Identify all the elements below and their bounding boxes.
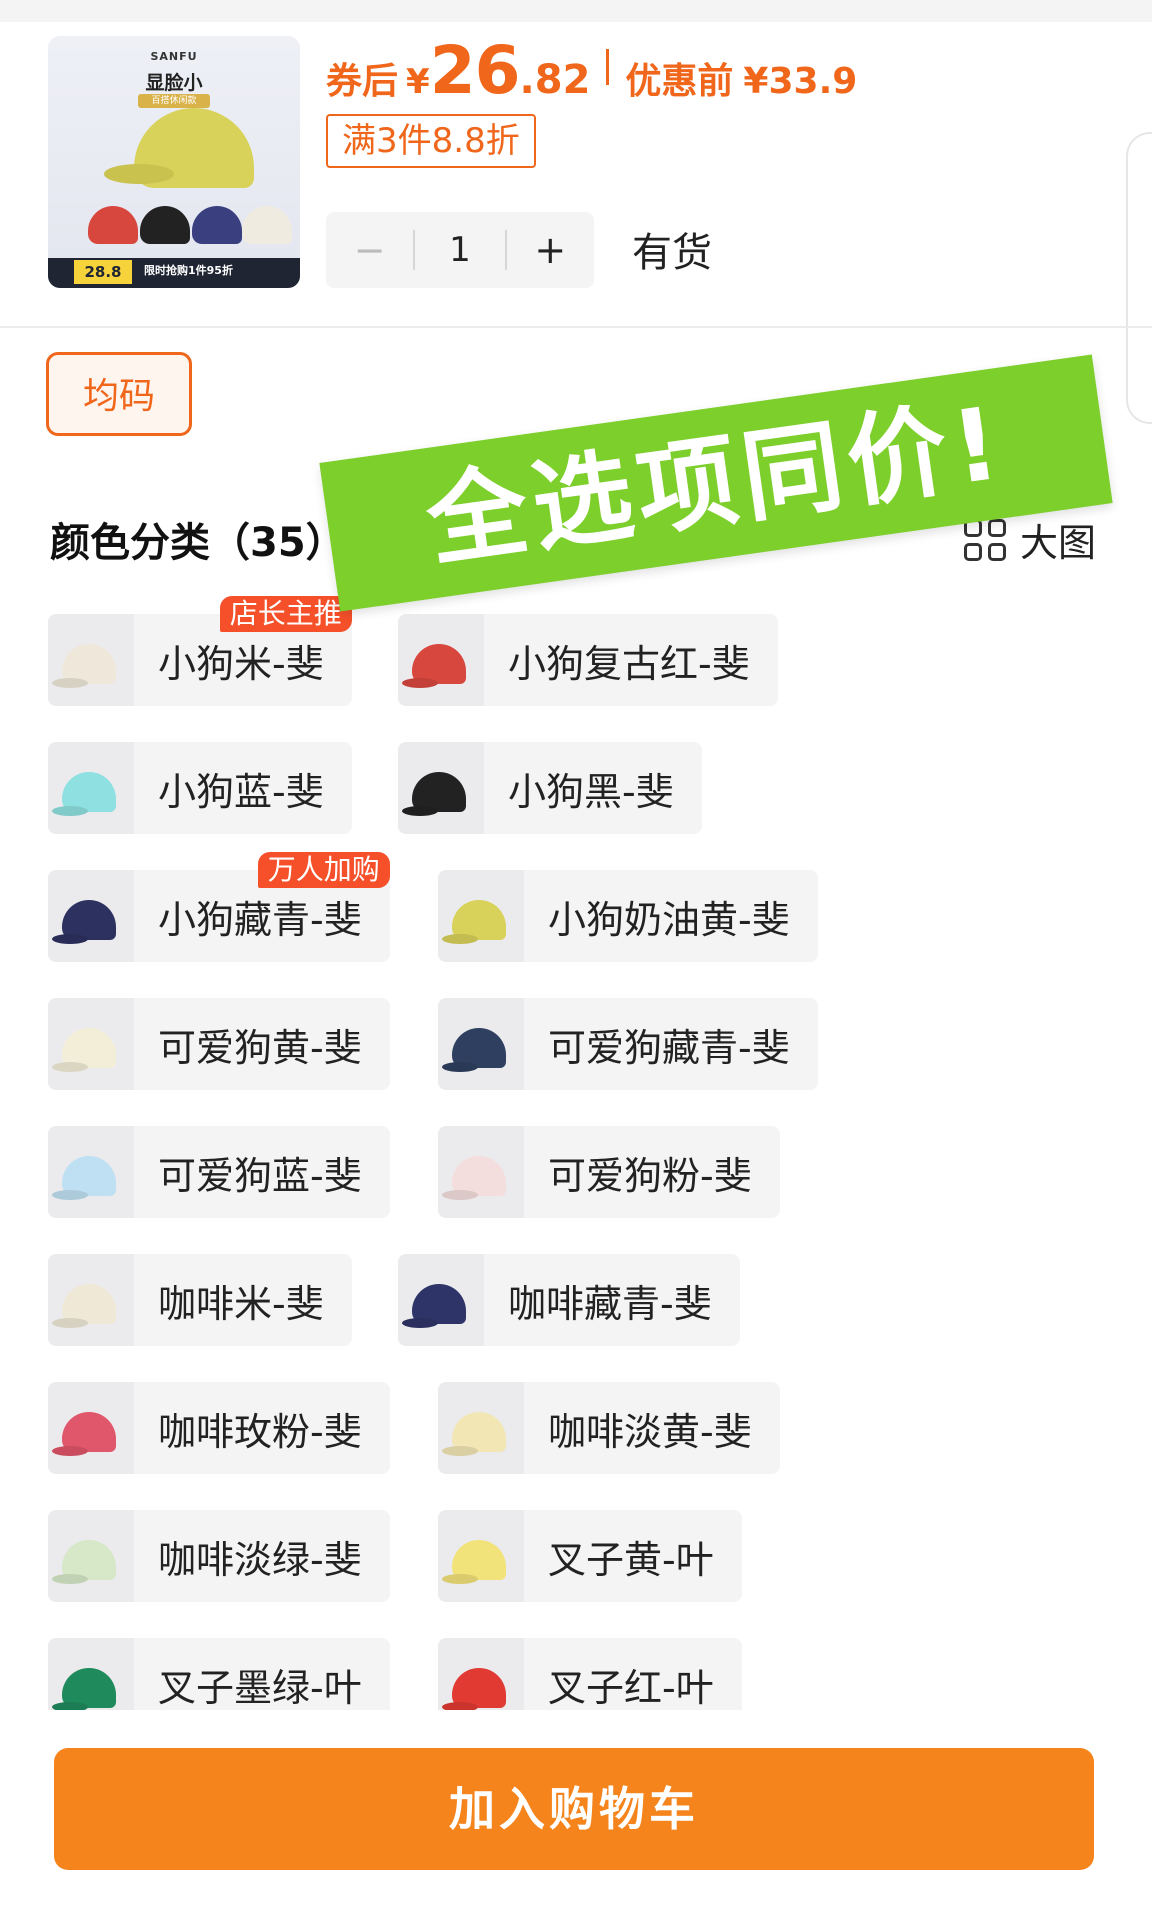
color-option-label: 可爱狗蓝-斐 — [158, 1153, 362, 1198]
cap-swatch — [62, 1540, 116, 1580]
color-option[interactable]: 咖啡米-斐 — [48, 1254, 352, 1346]
color-option-label: 咖啡淡绿-斐 — [158, 1537, 362, 1582]
color-option-image — [438, 1638, 524, 1710]
color-option[interactable]: 咖啡藏青-斐 — [398, 1254, 740, 1346]
color-option-image — [48, 998, 134, 1090]
color-options: 小狗米-斐 店长主推 小狗复古红-斐 小狗蓝-斐 小狗黑-斐 小狗藏青-斐 万人加购 小狗奶油… — [0, 0, 1152, 1710]
cap-swatch — [62, 900, 116, 940]
color-option-label: 小狗蓝-斐 — [158, 769, 324, 814]
color-option-label: 咖啡淡黄-斐 — [548, 1409, 752, 1454]
color-option-label: 咖啡藏青-斐 — [508, 1281, 712, 1326]
color-option-label: 小狗米-斐 — [158, 641, 324, 686]
color-option-image — [398, 742, 484, 834]
cap-swatch — [412, 1284, 466, 1324]
color-option-label: 小狗复古红-斐 — [508, 641, 750, 686]
color-option-label: 叉子黄-叶 — [548, 1537, 714, 1582]
color-option[interactable]: 小狗黑-斐 — [398, 742, 702, 834]
color-option-label: 可爱狗藏青-斐 — [548, 1025, 790, 1070]
color-option-image — [48, 614, 134, 706]
color-option-image — [48, 870, 134, 962]
color-option-label: 小狗奶油黄-斐 — [548, 897, 790, 942]
add-to-cart-button[interactable]: 加入购物车 — [54, 1748, 1094, 1870]
color-option-badge: 万人加购 — [257, 852, 390, 888]
color-option[interactable]: 可爱狗藏青-斐 — [438, 998, 818, 1090]
color-option-image — [438, 998, 524, 1090]
cap-swatch — [452, 1540, 506, 1580]
color-option-label: 小狗黑-斐 — [508, 769, 674, 814]
color-option[interactable]: 叉子墨绿-叶 — [48, 1638, 390, 1710]
color-option-label: 可爱狗黄-斐 — [158, 1025, 362, 1070]
cap-swatch — [452, 1028, 506, 1068]
color-option-image — [48, 742, 134, 834]
cap-swatch — [452, 1156, 506, 1196]
cap-swatch — [452, 1412, 506, 1452]
color-option-label: 咖啡米-斐 — [158, 1281, 324, 1326]
color-option[interactable]: 小狗藏青-斐 万人加购 — [48, 852, 390, 962]
cap-swatch — [452, 1668, 506, 1708]
color-option-image — [438, 870, 524, 962]
color-option[interactable]: 可爱狗蓝-斐 — [48, 1126, 390, 1218]
color-option-image — [398, 1254, 484, 1346]
color-option[interactable]: 小狗复古红-斐 — [398, 614, 778, 706]
cap-swatch — [412, 772, 466, 812]
color-option-image — [438, 1510, 524, 1602]
color-option-image — [48, 1254, 134, 1346]
color-option-image — [48, 1510, 134, 1602]
color-option-image — [48, 1638, 134, 1710]
color-option-label: 咖啡玫粉-斐 — [158, 1409, 362, 1454]
cap-swatch — [412, 644, 466, 684]
cap-swatch — [62, 1412, 116, 1452]
color-option[interactable]: 可爱狗黄-斐 — [48, 998, 390, 1090]
color-option[interactable]: 叉子黄-叶 — [438, 1510, 742, 1602]
cap-swatch — [62, 644, 116, 684]
color-option-image — [398, 614, 484, 706]
color-option-image — [438, 1382, 524, 1474]
cap-swatch — [62, 1284, 116, 1324]
color-option[interactable]: 小狗蓝-斐 — [48, 742, 352, 834]
color-option-image — [48, 1126, 134, 1218]
cap-swatch — [62, 1156, 116, 1196]
color-option-image — [438, 1126, 524, 1218]
cap-swatch — [452, 900, 506, 940]
cap-swatch — [62, 1668, 116, 1708]
color-option-label: 叉子红-叶 — [548, 1665, 714, 1710]
color-option-image — [48, 1382, 134, 1474]
color-option[interactable]: 咖啡玫粉-斐 — [48, 1382, 390, 1474]
color-option-label: 小狗藏青-斐 — [158, 897, 362, 942]
color-option[interactable]: 咖啡淡绿-斐 — [48, 1510, 390, 1602]
color-option[interactable]: 咖啡淡黄-斐 — [438, 1382, 780, 1474]
color-option[interactable]: 小狗奶油黄-斐 — [438, 870, 818, 962]
cap-swatch — [62, 1028, 116, 1068]
cap-swatch — [62, 772, 116, 812]
color-option[interactable]: 叉子红-叶 — [438, 1638, 742, 1710]
color-option-label: 可爱狗粉-斐 — [548, 1153, 752, 1198]
color-option-badge: 店长主推 — [219, 596, 352, 632]
color-option[interactable]: 可爱狗粉-斐 — [438, 1126, 780, 1218]
color-option[interactable]: 小狗米-斐 店长主推 — [48, 596, 352, 706]
color-option-label: 叉子墨绿-叶 — [158, 1665, 362, 1710]
